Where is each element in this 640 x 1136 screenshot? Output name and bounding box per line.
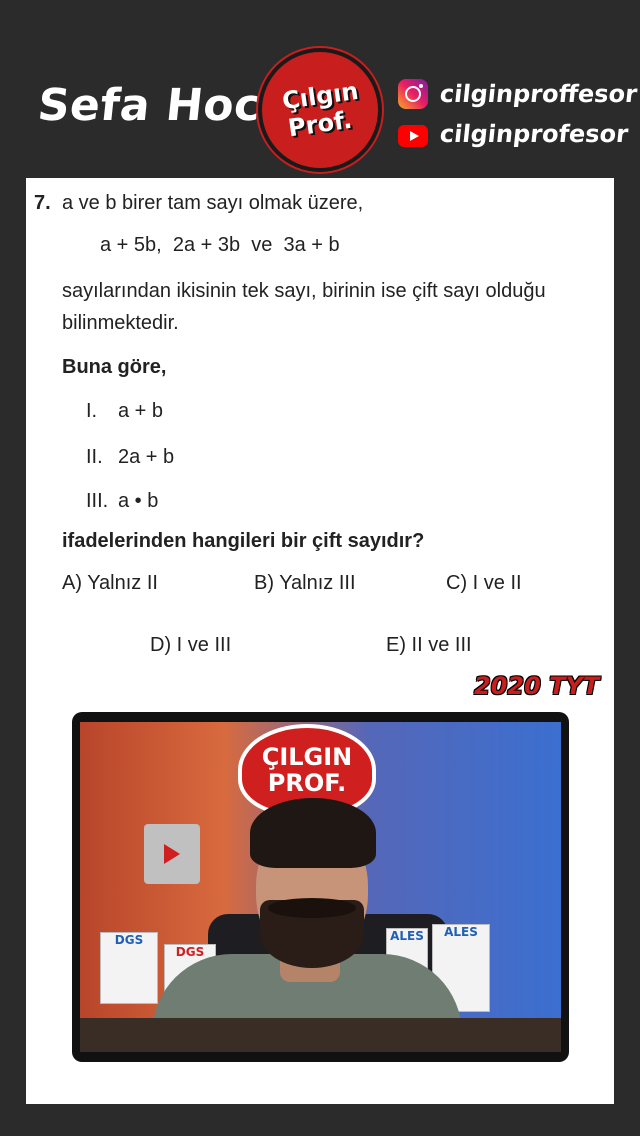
cilgin-prof-logo: Çılgın Prof. <box>262 52 378 168</box>
buna-gore-label: Buna göre, <box>62 356 167 378</box>
social-links: cilginproffesor cilginprofesor <box>398 74 639 154</box>
option-c[interactable]: C) I ve II <box>446 572 522 595</box>
item-2-number: II. <box>86 446 103 468</box>
item-1-number: I. <box>86 400 98 422</box>
teacher-name: Sefa Hoca <box>35 80 294 131</box>
item-3-value: a • b <box>118 490 159 512</box>
youtube-handle: cilginprofesor <box>438 120 630 148</box>
presenter-mustache <box>268 898 356 918</box>
question-body-line2: bilinmektedir. <box>62 312 179 334</box>
item-3-number: III. <box>86 490 109 512</box>
desk <box>80 1018 561 1052</box>
book-dgs-1: DGS <box>100 932 158 1004</box>
item-2-value: 2a + b <box>118 446 175 468</box>
instagram-icon <box>398 79 428 109</box>
question-expression: a + 5b, 2a + 3b ve 3a + b <box>100 234 340 256</box>
option-a[interactable]: A) Yalnız II <box>62 572 158 595</box>
youtube-icon <box>398 125 428 147</box>
instagram-link[interactable]: cilginproffesor <box>398 74 639 114</box>
question-ask: ifadelerinden hangileri bir çift sayıdır… <box>62 530 425 552</box>
play-button-award-icon <box>144 824 200 884</box>
question-intro: a ve b birer tam sayı olmak üzere, <box>62 192 364 214</box>
instagram-handle: cilginproffesor <box>438 80 639 108</box>
option-e[interactable]: E) II ve III <box>386 634 472 657</box>
header: Sefa Hoca Çılgın Prof. cilginproffesor c… <box>0 0 640 178</box>
option-d[interactable]: D) I ve III <box>150 634 231 657</box>
question-number: 7. <box>34 192 51 214</box>
youtube-link[interactable]: cilginprofesor <box>398 114 637 154</box>
video-logo-line2: PROF. <box>267 769 347 797</box>
year-tag: 2020 TYT <box>474 672 600 700</box>
video-logo-line1: ÇILGIN <box>261 743 353 771</box>
option-b[interactable]: B) Yalnız III <box>254 572 356 595</box>
question-body-line1: sayılarından ikisinin tek sayı, birinin … <box>62 280 546 302</box>
item-1-value: a + b <box>118 400 164 422</box>
presenter-hair <box>250 798 376 868</box>
video-overlay[interactable]: ÇILGIN PROF. DGS DGS ALES ALES <box>72 712 569 1062</box>
video-frame: ÇILGIN PROF. DGS DGS ALES ALES <box>80 722 561 1052</box>
